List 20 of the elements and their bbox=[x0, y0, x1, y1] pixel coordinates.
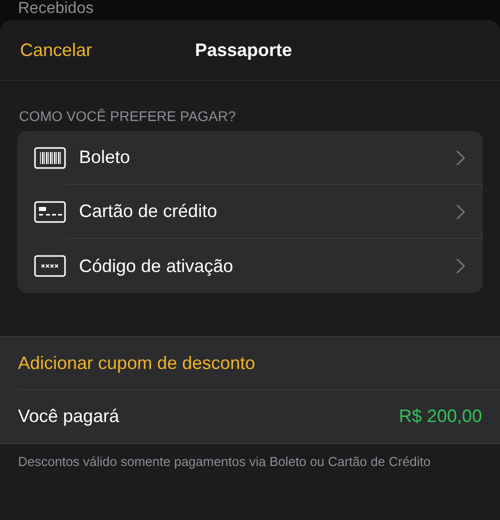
payment-method-row[interactable]: Código de ativação bbox=[17, 239, 483, 293]
payment-method-label: Código de ativação bbox=[79, 254, 234, 278]
sheet-title: Passaporte bbox=[195, 38, 292, 62]
add-coupon-link[interactable]: Adicionar cupom de desconto bbox=[18, 337, 500, 390]
payment-method-row[interactable]: Cartão de crédito bbox=[17, 185, 483, 239]
footnote-text: Descontos válido somente pagamentos via Boleto ou Cartão de Crédito bbox=[17, 453, 432, 471]
section-heading: COMO VOCÊ PREFERE PAGAR? bbox=[18, 107, 237, 125]
credit-card-icon bbox=[34, 201, 66, 223]
payment-method-label: Cartão de crédito bbox=[79, 200, 218, 223]
cancel-button[interactable]: Cancelar bbox=[20, 36, 92, 64]
payment-method-row[interactable]: Boleto bbox=[17, 131, 483, 185]
background-row-label: Recebidos bbox=[18, 0, 94, 18]
chevron-right-icon bbox=[456, 150, 465, 166]
barcode-icon bbox=[34, 147, 66, 169]
code-card-icon bbox=[34, 255, 66, 277]
total-amount: R$ 200,00 bbox=[398, 405, 482, 428]
payment-method-label: Boleto bbox=[79, 146, 132, 169]
total-label: Você pagará bbox=[18, 405, 120, 428]
chevron-right-icon bbox=[456, 258, 465, 274]
chevron-right-icon bbox=[456, 204, 465, 220]
